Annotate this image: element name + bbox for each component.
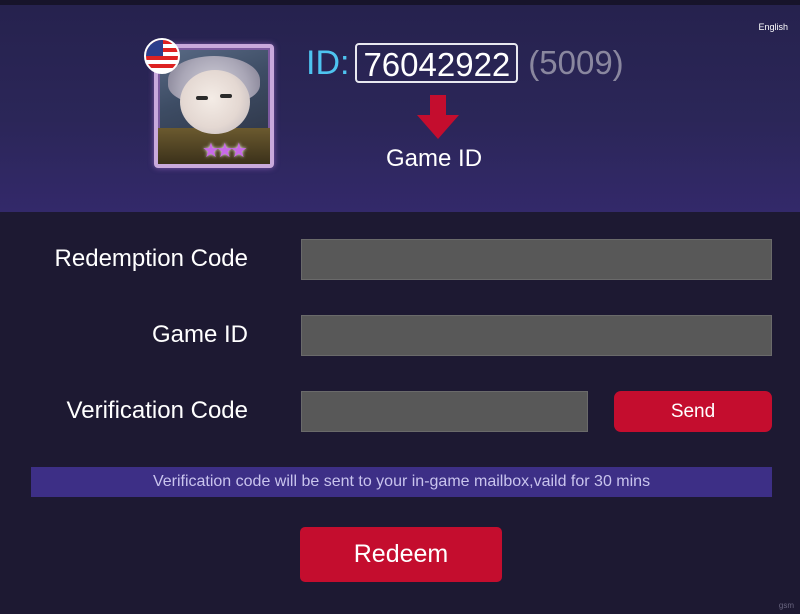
profile-header: English ★★★ ID: 76042922 (5009) Game ID — [0, 5, 800, 212]
avatar-face — [180, 70, 250, 134]
arrow-down-icon — [417, 95, 459, 139]
star-icon: ★★★ — [202, 140, 248, 162]
server-id: (5009) — [528, 44, 624, 81]
game-id-input[interactable] — [301, 315, 772, 356]
language-selector[interactable]: English — [758, 22, 788, 32]
redeem-button[interactable]: Redeem — [300, 527, 502, 582]
verification-code-input[interactable] — [301, 391, 588, 432]
player-id-value: 76042922 — [355, 43, 519, 83]
redemption-code-input[interactable] — [301, 239, 772, 280]
watermark: gsm — [778, 601, 794, 610]
verification-notice: Verification code will be sent to your i… — [31, 467, 772, 497]
game-id-label: Game ID — [151, 321, 248, 348]
avatar: ★★★ — [144, 38, 284, 178]
game-id-caption: Game ID — [386, 145, 483, 172]
us-flag-icon — [144, 38, 180, 74]
flag-canton — [146, 40, 163, 56]
player-id-row: ID: 76042922 (5009) — [306, 41, 624, 85]
verification-code-label: Verification Code — [66, 397, 248, 424]
id-label: ID: — [306, 43, 350, 82]
avatar-eye-right — [220, 94, 232, 98]
redemption-code-label: Redemption Code — [54, 245, 248, 272]
send-button[interactable]: Send — [614, 391, 772, 432]
avatar-eye-left — [196, 96, 208, 100]
